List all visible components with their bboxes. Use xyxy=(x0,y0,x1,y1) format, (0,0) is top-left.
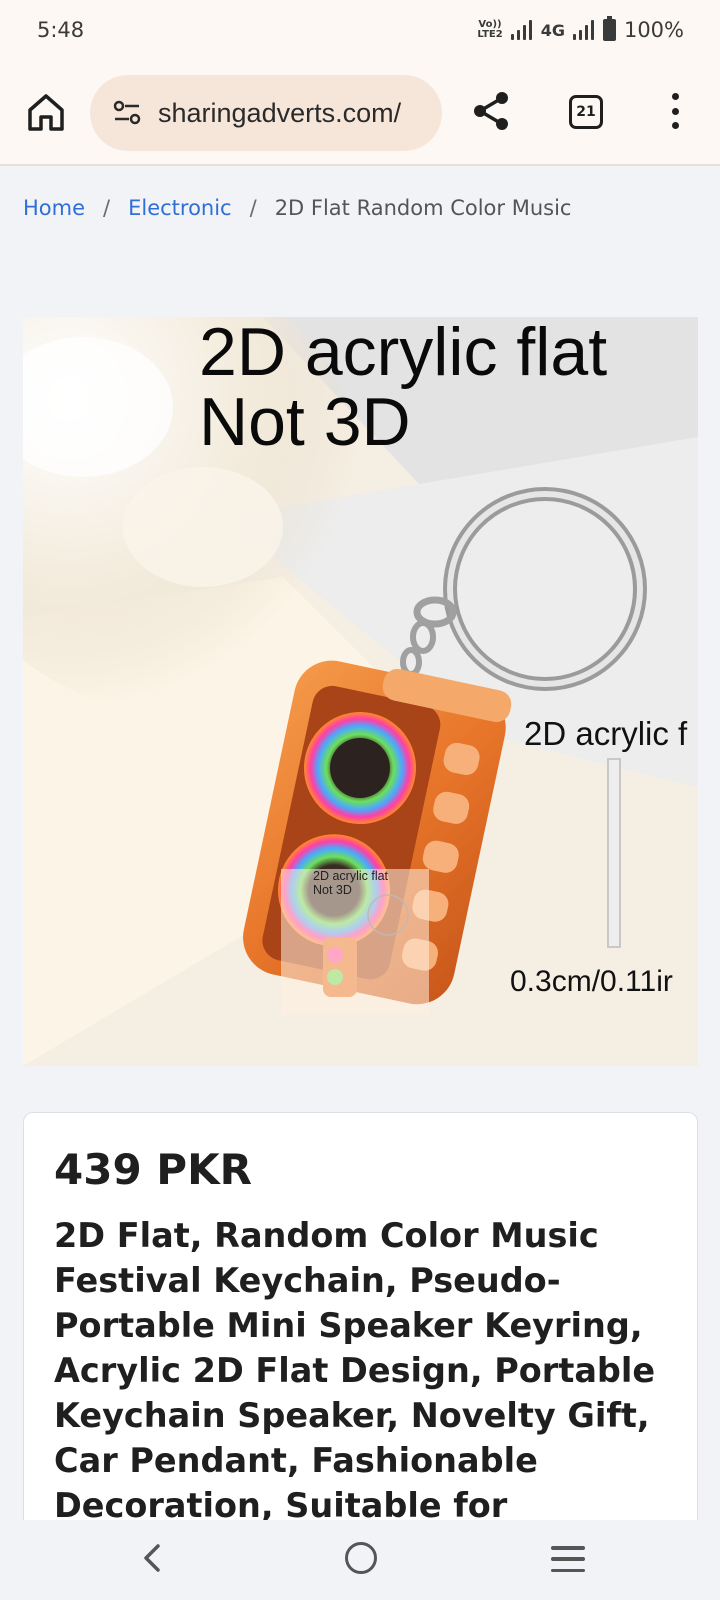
battery-icon xyxy=(602,16,616,41)
breadcrumb-category[interactable]: Electronic xyxy=(128,196,232,220)
home-circle-icon[interactable] xyxy=(345,1542,377,1574)
browser-toolbar: sharingadverts.com/ 21 xyxy=(0,62,720,166)
battery-level: 100% xyxy=(623,18,684,42)
breadcrumb-current: 2D Flat Random Color Music xyxy=(274,196,572,220)
thumbnail-text: 2D acrylic flat Not 3D xyxy=(313,869,388,897)
breadcrumb-separator: / xyxy=(249,196,257,220)
status-bar: 5:48 Vo)) LTE2 4G 100% xyxy=(0,0,720,62)
signal-icon xyxy=(510,20,533,40)
breadcrumb-separator: / xyxy=(103,196,111,220)
status-time: 5:48 xyxy=(37,18,85,42)
recents-icon[interactable] xyxy=(551,1546,585,1572)
product-card: 439 PKR 2D Flat, Random Color Music Fest… xyxy=(23,1112,698,1532)
image-headline: 2D acrylic flat Not 3D xyxy=(199,317,607,457)
back-icon[interactable] xyxy=(138,1538,168,1578)
volte-icon: Vo)) LTE2 xyxy=(477,19,503,40)
address-bar[interactable]: sharingadverts.com/ xyxy=(90,75,442,151)
home-icon[interactable] xyxy=(24,90,68,134)
image-headline-line1: 2D acrylic flat xyxy=(199,317,608,390)
thumbnail-line1: 2D acrylic flat xyxy=(313,869,389,883)
status-icons: Vo)) LTE2 4G 100% xyxy=(477,16,684,44)
signal-icon-2 xyxy=(572,20,595,40)
network-type: 4G xyxy=(540,20,565,40)
tab-switcher-icon[interactable]: 21 xyxy=(569,95,603,129)
image-dimension: 0.3cm/0.11ir xyxy=(510,965,673,998)
site-settings-icon[interactable] xyxy=(112,98,142,128)
image-side-label: 2D acrylic f xyxy=(524,715,688,752)
more-vert-icon[interactable] xyxy=(660,91,690,131)
url-text: sharingadverts.com/ xyxy=(158,97,402,128)
thumbnail-line2: Not 3D xyxy=(313,883,352,897)
system-nav-bar xyxy=(0,1520,720,1600)
breadcrumb: Home / Electronic / 2D Flat Random Color… xyxy=(23,196,571,220)
product-title: 2D Flat, Random Color Music Festival Key… xyxy=(54,1216,656,1525)
image-headline-line2: Not 3D xyxy=(199,384,411,460)
breadcrumb-home[interactable]: Home xyxy=(23,196,85,220)
product-price: 439 PKR xyxy=(54,1145,252,1194)
product-image[interactable]: 2D acrylic flat Not 3D 2D acrylic f 0.3c… xyxy=(23,317,698,1066)
share-icon[interactable] xyxy=(470,90,512,132)
tab-count: 21 xyxy=(576,104,596,120)
